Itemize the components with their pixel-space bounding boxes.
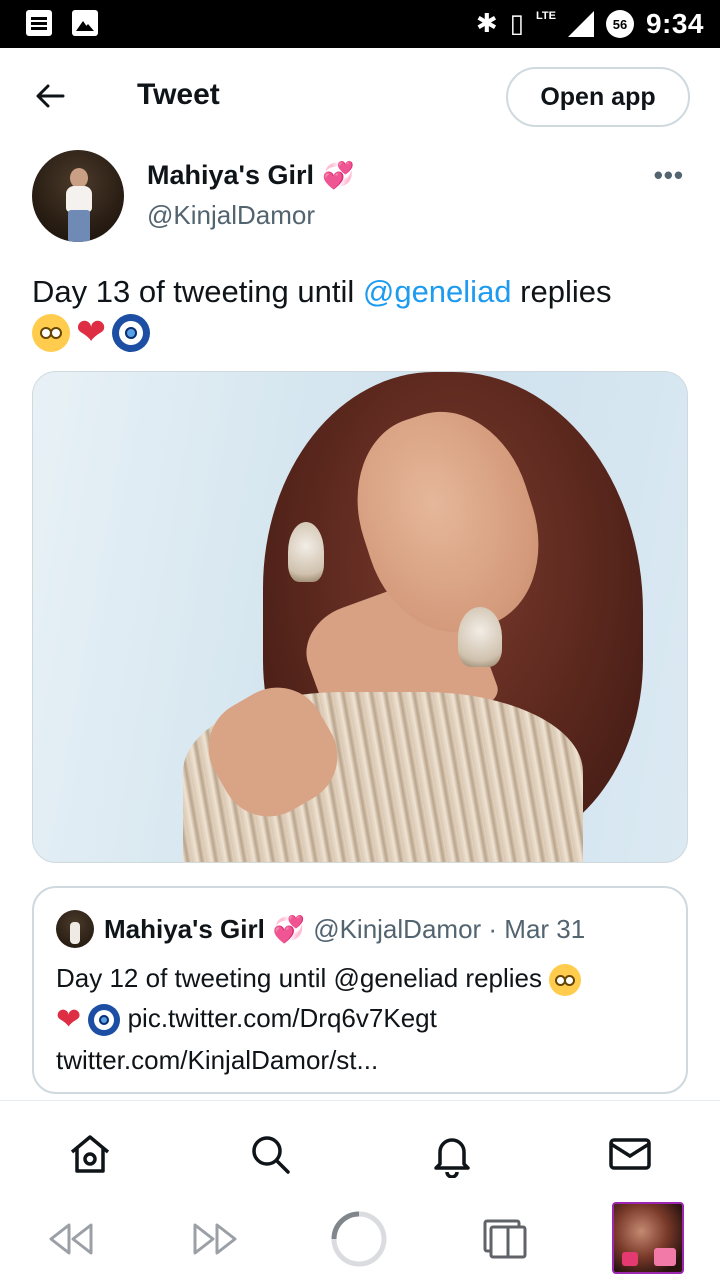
author-handle[interactable]: @KinjalDamor	[147, 200, 315, 231]
nazar-amulet-icon	[88, 1004, 121, 1037]
page-title: Tweet	[137, 78, 220, 111]
browser-tabs-button[interactable]	[476, 1210, 534, 1268]
signal-icon	[567, 11, 594, 37]
quoted-handle-date: @KinjalDamor · Mar 31	[313, 914, 586, 944]
red-heart-icon: ❤	[56, 1002, 82, 1038]
open-app-button[interactable]: Open app	[506, 67, 690, 127]
home-icon	[70, 1135, 110, 1173]
emoji-row: ❤	[32, 314, 692, 352]
face-rolling-eyes-icon	[32, 314, 70, 352]
browser-forward-button[interactable]	[186, 1210, 244, 1268]
tweet-text-end: replies	[511, 274, 612, 309]
bluetooth-icon: ✱	[475, 9, 498, 39]
tabs-icon	[483, 1219, 527, 1259]
nazar-amulet-icon	[112, 314, 151, 352]
profile-avatar[interactable]	[612, 1202, 684, 1274]
lte-label: LTE	[535, 10, 556, 22]
author-name-text: Mahiya's Girl	[147, 160, 314, 190]
quoted-text-line: Day 12 of tweeting until @geneliad repli…	[56, 963, 550, 993]
two-hearts-icon: 💞	[272, 914, 306, 945]
status-right: ✱ ▯ LTE 56 9:34	[476, 8, 704, 40]
status-left	[26, 10, 98, 36]
home-tab[interactable]	[66, 1130, 114, 1178]
author-name[interactable]: Mahiya's Girl 💞	[147, 160, 354, 191]
browser-reload-button[interactable]	[330, 1210, 388, 1268]
quoted-tweet[interactable]: Mahiya's Girl 💞 @KinjalDamor · Mar 31 Da…	[32, 886, 688, 1094]
nav-divider	[0, 1100, 720, 1101]
browser-back-button[interactable]	[42, 1210, 100, 1268]
tweet-photo[interactable]	[32, 371, 688, 863]
tweet-text: Day 13 of tweeting until @geneliad repli…	[32, 272, 692, 352]
mention-link[interactable]: @geneliad	[363, 274, 512, 309]
reload-icon	[331, 1211, 387, 1267]
quoted-author-avatar	[56, 910, 94, 948]
search-icon	[252, 1136, 290, 1174]
quoted-tweet-header: Mahiya's Girl 💞 @KinjalDamor · Mar 31	[104, 914, 585, 945]
quoted-pic-link: pic.twitter.com/Drq6v7Kegt	[120, 1003, 437, 1033]
messages-icon	[609, 1138, 651, 1170]
search-tab[interactable]	[246, 1130, 294, 1178]
quoted-tweet-text: Day 12 of tweeting until @geneliad repli…	[56, 958, 668, 1080]
app-header: Tweet Open app	[0, 48, 720, 148]
vibrate-icon: ▯	[509, 9, 524, 39]
author-avatar[interactable]	[32, 150, 124, 242]
two-hearts-icon: 💞	[321, 160, 355, 191]
battery-badge: 56	[605, 10, 634, 38]
back-icon	[49, 1223, 93, 1255]
tweet-text-start: Day 13 of tweeting until	[32, 274, 363, 309]
messages-tab[interactable]	[606, 1130, 654, 1178]
face-rolling-eyes-icon	[549, 964, 582, 997]
back-button[interactable]	[30, 76, 70, 116]
status-bar: ✱ ▯ LTE 56 9:34	[0, 0, 720, 48]
more-options-button[interactable]: •••	[654, 160, 684, 191]
clock-time: 9:34	[645, 8, 704, 39]
notifications-icon	[434, 1138, 470, 1179]
forward-icon	[193, 1223, 237, 1255]
red-heart-icon: ❤	[76, 312, 107, 353]
twitter-bottom-nav	[0, 1102, 720, 1198]
document-icon	[26, 10, 52, 36]
browser-toolbar	[0, 1198, 720, 1280]
quoted-author-name: Mahiya's Girl	[104, 914, 265, 944]
image-icon	[72, 10, 98, 36]
quoted-url-line: twitter.com/KinjalDamor/st...	[56, 1045, 379, 1076]
notifications-tab[interactable]	[428, 1130, 476, 1179]
arrow-left-icon	[36, 84, 65, 108]
